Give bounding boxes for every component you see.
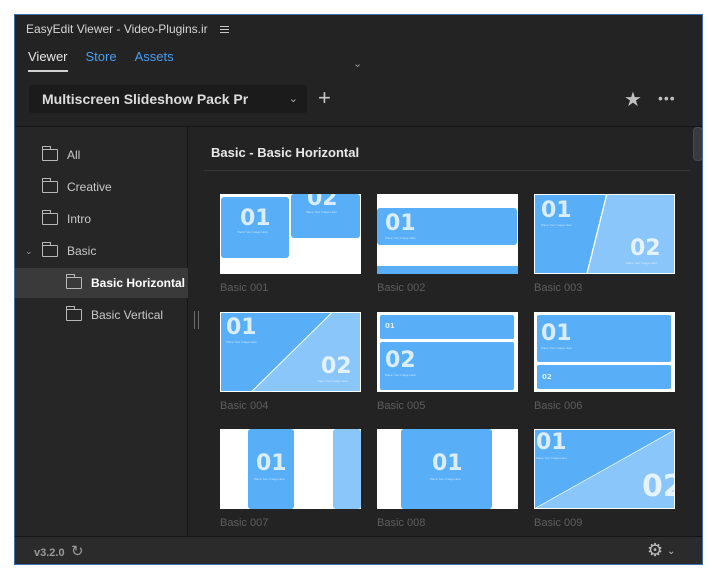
template-thumbnail: 01 02 Place Your Image Here bbox=[377, 312, 518, 392]
template-card-basic-006[interactable]: 01 Place Your Image Here 02 Basic 006 bbox=[534, 312, 675, 412]
template-card-basic-002[interactable]: 01 Place Your Image Here Basic 002 bbox=[377, 194, 518, 294]
template-card-basic-008[interactable]: 01 Place Your Image Here Basic 008 bbox=[377, 429, 518, 529]
tab-assets[interactable]: Assets bbox=[135, 49, 174, 72]
section-title: Basic - Basic Horizontal bbox=[211, 145, 360, 160]
folder-icon bbox=[65, 306, 82, 321]
pack-select-value: Multiscreen Slideshow Pack Pr bbox=[42, 91, 249, 107]
chevron-down-icon[interactable]: ⌄ bbox=[25, 246, 33, 257]
sidebar-item-label: Creative bbox=[67, 180, 112, 194]
template-card-basic-001[interactable]: 01 02 Place Your Image Here Place Your I… bbox=[220, 194, 361, 294]
template-card-basic-004[interactable]: 01 02 Place Your Image Here Place Your I… bbox=[220, 312, 361, 412]
folder-icon bbox=[41, 210, 58, 225]
template-card-label: Basic 004 bbox=[220, 400, 269, 412]
refresh-icon[interactable]: ↻ bbox=[71, 542, 84, 560]
template-thumbnail: 01 02 Place Your Image Here Place Your I… bbox=[220, 194, 361, 274]
sidebar-item-basic-horizontal[interactable]: Basic Horizontal bbox=[15, 268, 188, 298]
template-thumbnail: 01 Place Your Image Here bbox=[377, 194, 518, 274]
tab-bar: Viewer Store Assets bbox=[28, 49, 174, 72]
scrollbar-thumb[interactable] bbox=[693, 127, 702, 161]
status-bar: v3.2.0 ↻ ⚙ ⌄ bbox=[15, 536, 702, 564]
sidebar-item-creative[interactable]: Creative bbox=[15, 172, 188, 202]
template-card-label: Basic 006 bbox=[534, 400, 583, 412]
toolbar: Multiscreen Slideshow Pack Pr ⌄ + ★ ••• bbox=[15, 85, 702, 125]
template-card-label: Basic 002 bbox=[377, 282, 426, 294]
template-thumbnail: 01 Place Your Image Here bbox=[377, 429, 518, 509]
template-thumbnail: 01 02 Place Your Image Here Place Your I… bbox=[534, 194, 675, 274]
sidebar-item-basic[interactable]: ⌄ Basic bbox=[15, 236, 188, 266]
chevron-down-icon[interactable]: ⌄ bbox=[353, 57, 362, 70]
tab-store[interactable]: Store bbox=[86, 49, 117, 72]
version-label: v3.2.0 bbox=[34, 547, 65, 559]
template-card-label: Basic 003 bbox=[534, 282, 583, 294]
template-card-basic-007[interactable]: 01 Place Your Image Here Basic 007 bbox=[220, 429, 361, 529]
gear-icon[interactable]: ⚙ bbox=[647, 540, 663, 561]
sidebar-item-all[interactable]: All bbox=[15, 140, 188, 170]
chevron-down-icon[interactable]: ⌄ bbox=[667, 546, 675, 557]
template-card-label: Basic 009 bbox=[534, 517, 583, 529]
folder-icon bbox=[41, 178, 58, 193]
folder-sidebar: All Creative Intro ⌄ Basic Basic Horizon… bbox=[15, 127, 188, 536]
template-card-label: Basic 001 bbox=[220, 282, 269, 294]
window-title: EasyEdit Viewer - Video-Plugins.ir bbox=[26, 22, 208, 36]
folder-icon bbox=[41, 146, 58, 161]
template-card-basic-005[interactable]: 01 02 Place Your Image Here Basic 005 bbox=[377, 312, 518, 412]
template-thumbnail: 01 Place Your Image Here 02 bbox=[534, 429, 675, 509]
template-thumbnail: 01 Place Your Image Here bbox=[220, 429, 361, 509]
pack-select[interactable]: Multiscreen Slideshow Pack Pr ⌄ bbox=[29, 85, 307, 113]
template-thumbnail: 01 Place Your Image Here 02 bbox=[534, 312, 675, 392]
template-thumbnail: 01 02 Place Your Image Here Place Your I… bbox=[220, 312, 361, 392]
template-card-basic-009[interactable]: 01 Place Your Image Here 02 Basic 009 bbox=[534, 429, 675, 529]
tab-viewer[interactable]: Viewer bbox=[28, 49, 68, 72]
sidebar-item-label: Basic bbox=[67, 244, 97, 258]
folder-icon bbox=[65, 274, 82, 289]
template-card-label: Basic 005 bbox=[377, 400, 426, 412]
star-icon[interactable]: ★ bbox=[624, 87, 642, 112]
template-card-basic-003[interactable]: 01 02 Place Your Image Here Place Your I… bbox=[534, 194, 675, 294]
sidebar-item-basic-vertical[interactable]: Basic Vertical bbox=[15, 300, 188, 330]
title-bar: EasyEdit Viewer - Video-Plugins.ir bbox=[15, 15, 702, 43]
sidebar-item-label: Basic Vertical bbox=[91, 308, 164, 322]
main-area: All Creative Intro ⌄ Basic Basic Horizon… bbox=[15, 126, 702, 536]
add-icon[interactable]: + bbox=[318, 84, 331, 112]
sidebar-item-intro[interactable]: Intro bbox=[15, 204, 188, 234]
app-window: EasyEdit Viewer - Video-Plugins.ir Viewe… bbox=[14, 14, 703, 565]
chevron-down-icon: ⌄ bbox=[288, 93, 298, 105]
template-card-label: Basic 007 bbox=[220, 517, 269, 529]
folder-open-icon bbox=[41, 242, 58, 257]
panel-menu-icon[interactable] bbox=[219, 26, 229, 33]
template-grid-panel: Basic - Basic Horizontal 01 02 Place You… bbox=[190, 127, 702, 536]
sidebar-item-label: Basic Horizontal bbox=[91, 276, 186, 290]
sidebar-item-label: Intro bbox=[67, 212, 92, 226]
more-options-icon[interactable]: ••• bbox=[658, 90, 676, 106]
sidebar-item-label: All bbox=[67, 148, 81, 162]
template-card-label: Basic 008 bbox=[377, 517, 426, 529]
divider bbox=[204, 170, 690, 171]
